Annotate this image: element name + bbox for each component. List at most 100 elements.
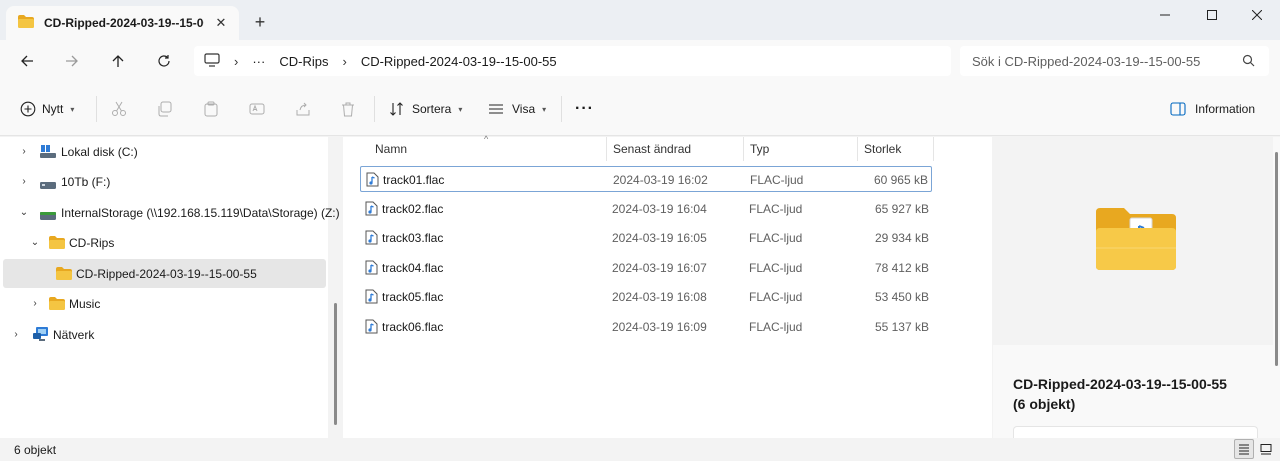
table-row[interactable]: track03.flac 2024-03-19 16:05 FLAC-ljud … [360,225,932,251]
tab-title: CD-Ripped-2024-03-19--15-00 [44,16,204,30]
column-divider[interactable] [933,137,934,161]
sidebar-scrollbar[interactable] [334,303,337,425]
status-item-count: 6 objekt [14,443,57,457]
breadcrumb-more[interactable]: ··· [252,54,265,69]
chevron-right-icon[interactable]: › [234,54,238,69]
details-properties-box [1013,426,1258,438]
details-title: CD-Ripped-2024-03-19--15-00-55 (6 objekt… [1013,374,1268,414]
column-header-type[interactable]: Typ [742,137,857,161]
details-pane-button[interactable]: Information [1170,96,1255,122]
column-header-size[interactable]: Storlek [856,137,933,161]
file-name: track02.flac [382,202,444,216]
sidebar-item-local-disk[interactable]: › Lokal disk (C:) [0,137,326,166]
refresh-button[interactable] [150,48,178,74]
sidebar-item-network[interactable]: › Nätverk [0,320,326,349]
tab-current-folder[interactable]: CD-Ripped-2024-03-19--15-00 ✕ [6,6,239,40]
address-bar[interactable]: › ··· CD-Rips › CD-Ripped-2024-03-19--15… [194,46,951,76]
table-row[interactable]: track01.flac 2024-03-19 16:02 FLAC-ljud … [360,166,932,192]
paste-button[interactable] [203,96,219,122]
refresh-icon [158,55,170,67]
trash-icon [342,102,354,117]
details-scrollbar[interactable] [1275,152,1278,366]
share-icon [296,102,310,116]
tiles-view-button[interactable] [1256,439,1276,459]
rename-button[interactable] [249,96,265,122]
computer-icon [204,52,220,70]
audio-file-icon [365,201,378,219]
file-size: 60 965 kB [873,173,928,187]
file-type: FLAC-ljud [749,320,803,334]
file-date: 2024-03-19 16:08 [612,290,707,304]
column-header-name[interactable]: Namn [367,137,605,161]
new-button[interactable]: Nytt ▾ [20,96,74,122]
chevron-right-icon[interactable]: › [18,176,30,188]
tab-close-icon[interactable]: ✕ [213,15,229,31]
status-bar: 6 objekt [0,438,1280,461]
maximize-button[interactable] [1189,0,1235,30]
breadcrumb-cd-rips[interactable]: CD-Rips [279,54,328,69]
chevron-right-icon[interactable]: › [29,298,41,310]
music-folder-icon [1096,206,1178,275]
sidebar-item-current-folder[interactable]: CD-Ripped-2024-03-19--15-00-55 [3,259,326,288]
chevron-right-icon[interactable]: › [18,146,30,158]
up-button[interactable] [104,48,132,74]
search-input[interactable]: Sök i CD-Ripped-2024-03-19--15-00-55 [972,54,1200,69]
file-name: track04.flac [382,261,444,275]
title-bar: CD-Ripped-2024-03-19--15-00 ✕ + [0,0,1280,40]
table-row[interactable]: track06.flac 2024-03-19 16:09 FLAC-ljud … [360,314,932,340]
details-pane-icon [1170,102,1186,116]
divider [561,96,562,122]
column-header-date[interactable]: Senast ändrad [605,137,742,161]
file-date: 2024-03-19 16:05 [612,231,707,245]
chevron-right-icon[interactable]: › [342,54,346,69]
sidebar-item-10tb-drive[interactable]: › 10Tb (F:) [0,167,326,196]
chevron-down-icon[interactable]: ⌄ [18,207,30,219]
arrow-right-icon [66,55,78,67]
copy-button[interactable] [157,96,173,122]
file-size: 55 137 kB [874,320,929,334]
forward-button[interactable] [58,48,86,74]
file-size: 78 412 kB [874,261,929,275]
sidebar-item-internal-storage[interactable]: ⌄ InternalStorage (\\192.168.15.119\Data… [0,198,340,227]
chevron-right-icon[interactable]: › [10,329,22,341]
details-view-button[interactable] [1234,439,1254,459]
paste-icon [204,101,218,117]
table-row[interactable]: track04.flac 2024-03-19 16:07 FLAC-ljud … [360,255,932,281]
breadcrumb-current-folder[interactable]: CD-Ripped-2024-03-19--15-00-55 [361,54,557,69]
file-name: track05.flac [382,290,444,304]
sort-button[interactable]: Sortera ▾ [389,96,462,122]
sidebar-item-music[interactable]: › Music [0,289,326,318]
sidebar-item-cd-rips[interactable]: ⌄ CD-Rips [0,228,326,257]
command-bar: Nytt ▾ Sortera ▾ Visa ▾ ··· Information [0,82,1280,136]
chevron-down-icon: ▾ [70,104,75,114]
table-row[interactable]: track05.flac 2024-03-19 16:08 FLAC-ljud … [360,284,932,310]
chevron-down-icon[interactable]: ⌄ [29,237,41,249]
file-date: 2024-03-19 16:02 [613,173,708,187]
file-date: 2024-03-19 16:04 [612,202,707,216]
navigation-pane: › Lokal disk (C:) › 10Tb (F:) ⌄ Internal… [0,137,340,438]
table-row[interactable]: track02.flac 2024-03-19 16:04 FLAC-ljud … [360,196,932,222]
copy-icon [158,101,172,117]
file-type: FLAC-ljud [750,173,804,187]
new-tab-button[interactable]: + [250,12,270,32]
new-button-label: Nytt [42,102,64,116]
more-options-button[interactable]: ··· [575,96,594,122]
delete-button[interactable] [340,96,356,122]
minimize-button[interactable] [1142,0,1188,30]
network-drive-icon [40,209,56,223]
file-type: FLAC-ljud [749,202,803,216]
sidebar-item-label: CD-Rips [69,235,115,250]
audio-file-icon [365,260,378,278]
share-button[interactable] [295,96,311,122]
back-button[interactable] [13,48,41,74]
sidebar-item-label: Nätverk [53,327,95,342]
view-button[interactable]: Visa ▾ [488,96,546,122]
file-type: FLAC-ljud [749,231,803,245]
arrow-up-icon [112,55,124,67]
search-box[interactable]: Sök i CD-Ripped-2024-03-19--15-00-55 [960,46,1269,76]
cut-button[interactable] [111,96,127,122]
folder-preview [993,137,1273,345]
sidebar-item-label: Lokal disk (C:) [61,144,138,159]
audio-file-icon [365,289,378,307]
close-window-button[interactable] [1234,0,1280,30]
